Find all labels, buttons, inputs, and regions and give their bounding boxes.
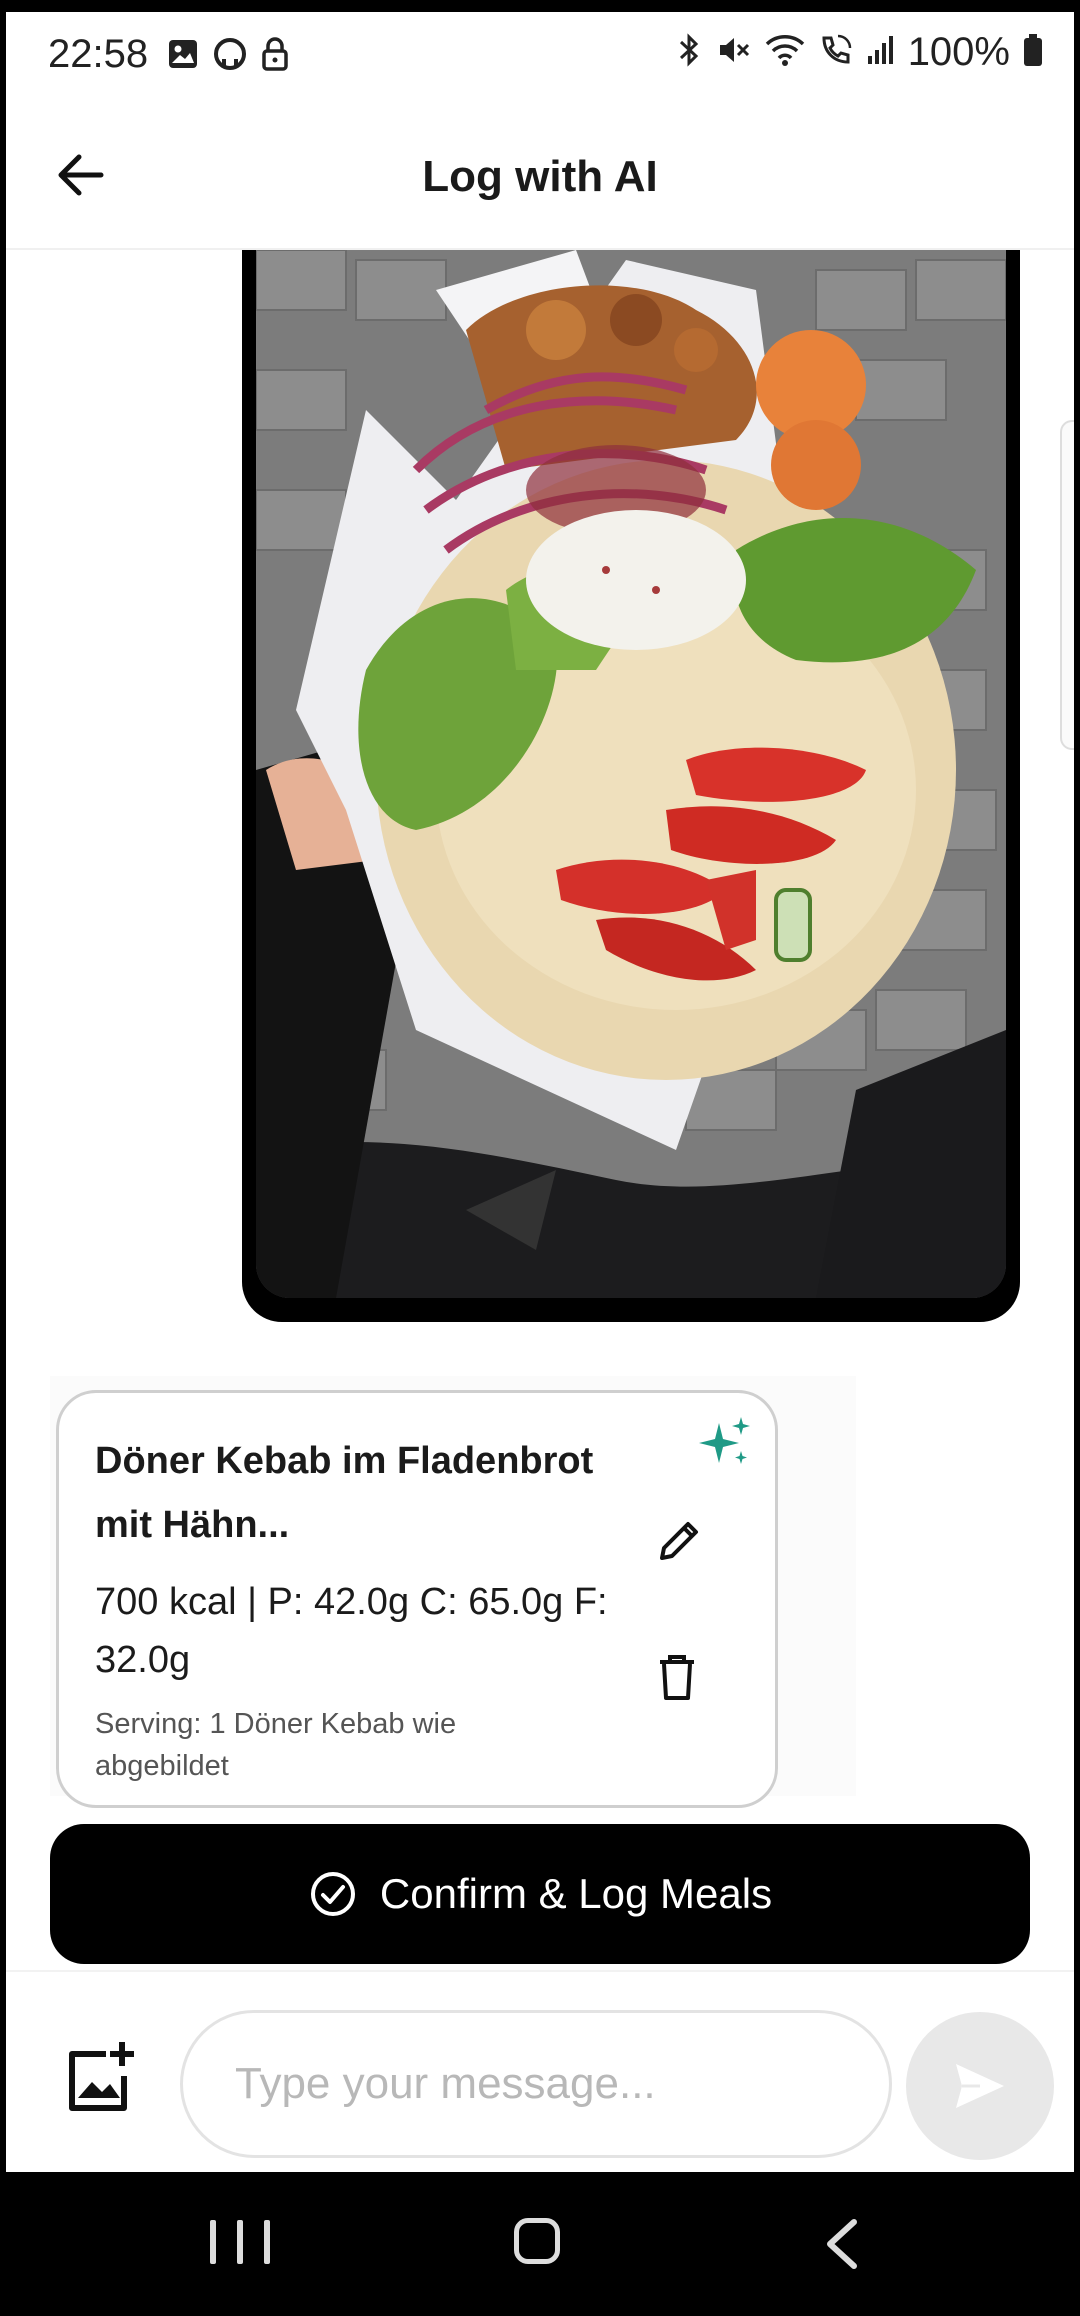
status-bar: 22:58 100% [6, 12, 1074, 100]
message-input[interactable] [180, 2010, 892, 2158]
mute-icon [716, 32, 752, 73]
send-button[interactable] [906, 2012, 1054, 2160]
github-icon [212, 36, 248, 77]
delete-meal-button[interactable] [641, 1641, 713, 1713]
home-button[interactable] [514, 2218, 560, 2264]
app-screen: 22:58 100% Log with AI Döner Kebab im Fl… [6, 12, 1074, 2172]
status-right-icons: 100% [674, 30, 1044, 75]
edit-meal-button[interactable] [643, 1505, 715, 1577]
status-left-icons [166, 36, 290, 77]
wifi-icon [764, 32, 806, 73]
signal-icon [866, 32, 896, 73]
bluetooth-icon [674, 32, 704, 73]
page-title: Log with AI [422, 152, 658, 201]
send-icon [956, 2064, 1004, 2108]
scroll-handle[interactable] [1060, 420, 1074, 750]
message-composer [6, 1970, 1074, 2172]
user-photo-message[interactable] [242, 250, 1020, 1322]
meal-macros: 700 kcal | P: 42.0g C: 65.0g F: 32.0g [95, 1581, 608, 1681]
pencil-icon [660, 1522, 698, 1560]
food-photo [256, 250, 1006, 1298]
meal-card[interactable]: Döner Kebab im Fladenbrot mit Hähn... 70… [56, 1390, 778, 1808]
system-back-button[interactable] [818, 2216, 868, 2272]
check-circle-icon [310, 1872, 355, 1916]
gallery-icon [166, 37, 200, 76]
chevron-left-icon [827, 2219, 857, 2269]
app-header: Log with AI [6, 100, 1074, 250]
add-image-icon [69, 2042, 134, 2111]
status-time: 22:58 [48, 32, 149, 76]
recents-button[interactable] [210, 2220, 270, 2270]
sparkles-icon [695, 1413, 755, 1473]
system-nav-bar [0, 2172, 1080, 2316]
confirm-log-meals-button[interactable]: Confirm & Log Meals [50, 1824, 1030, 1964]
battery-percent: 100% [907, 30, 1010, 74]
meal-name: Döner Kebab im Fladenbrot mit Hähn... [95, 1440, 594, 1546]
trash-icon [660, 1655, 694, 1700]
wifi-call-icon [818, 32, 854, 73]
confirm-log-meals-label: Confirm & Log Meals [379, 1870, 773, 1917]
add-image-button[interactable] [60, 2038, 140, 2118]
lock-icon [260, 36, 290, 77]
battery-icon [1022, 32, 1044, 73]
meal-serving: Serving: 1 Döner Kebab wie abgebildet [95, 1708, 457, 1782]
